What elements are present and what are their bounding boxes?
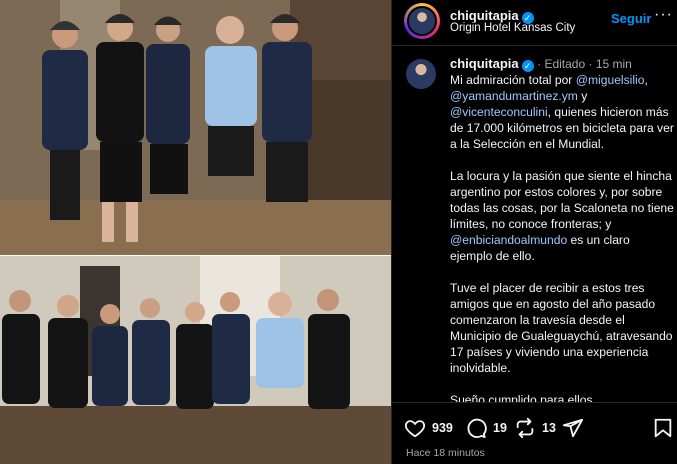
story-ring[interactable] — [404, 3, 440, 39]
photo-top-illustration — [0, 0, 391, 256]
post-timestamp[interactable]: Hace 18 minutos — [406, 447, 485, 459]
caption-paragraph: Sueño cumplido para ellos... — [450, 393, 603, 402]
mention-link[interactable]: @miguelsilio — [576, 73, 645, 87]
share-button[interactable] — [562, 417, 584, 439]
photo-bottom-group — [0, 256, 391, 464]
post-sidebar: chiquitapia ✓ Origin Hotel Kansas City Se… — [391, 0, 677, 464]
caption-paragraph: Mi admiración total por @miguelsilio, @y… — [450, 72, 674, 152]
username[interactable]: chiquitapia — [450, 8, 519, 23]
repost-icon — [516, 417, 534, 439]
caption-username[interactable]: chiquitapia — [450, 56, 519, 71]
avatar[interactable] — [407, 6, 437, 36]
caption-text-span: y — [577, 89, 588, 103]
follow-button[interactable]: Seguir — [611, 11, 651, 26]
location-link[interactable]: Origin Hotel Kansas City — [450, 22, 575, 34]
caption-paragraph: La locura y la pasión que siente el hinc… — [450, 168, 674, 264]
repost-button[interactable]: 13 — [514, 417, 556, 439]
send-icon — [562, 418, 584, 438]
repost-count[interactable]: 13 — [542, 421, 556, 435]
caption-section: chiquitapia ✓ · Editado · 15 min Mi admir… — [392, 47, 677, 402]
post-image[interactable] — [0, 0, 391, 464]
action-bar: 939 19 13 Hace 18 minutos — [392, 402, 677, 464]
bookmark-icon — [654, 418, 672, 438]
caption-text: Mi admiración total por @miguelsilio, @y… — [450, 72, 674, 402]
mention-link[interactable]: @yamandumartinez.ym — [450, 89, 578, 103]
caption-text-span: Mi admiración total por — [450, 73, 576, 87]
mention-link[interactable]: @enbiciandoalmundo — [450, 233, 567, 247]
photo-bottom-illustration — [0, 256, 391, 464]
comment-count[interactable]: 19 — [493, 421, 507, 435]
comment-icon — [467, 418, 487, 439]
verified-badge-icon: ✓ — [521, 60, 534, 72]
comment-button[interactable]: 19 — [465, 417, 507, 439]
caption-meta: · Editado · 15 min — [537, 57, 632, 71]
post-age: 15 min — [595, 57, 632, 71]
like-count[interactable]: 939 — [432, 421, 453, 435]
caption-paragraph: Tuve el placer de recibir a estos tres a… — [450, 281, 673, 375]
post-header: chiquitapia ✓ Origin Hotel Kansas City Se… — [392, 0, 677, 46]
caption-avatar[interactable] — [406, 59, 436, 89]
photo-top-group — [0, 0, 391, 256]
caption-text-span: , — [644, 73, 648, 87]
save-button[interactable] — [652, 417, 674, 439]
edited-label: Editado — [544, 57, 586, 71]
caption-header: chiquitapia ✓ · Editado · 15 min — [450, 56, 632, 72]
mention-link[interactable]: @vicenteconculini — [450, 105, 548, 119]
caption-text-span: La locura y la pasión que siente el hinc… — [450, 169, 674, 231]
like-button[interactable]: 939 — [404, 417, 453, 439]
more-options-icon[interactable]: ··· — [654, 6, 673, 24]
heart-icon — [404, 420, 426, 438]
